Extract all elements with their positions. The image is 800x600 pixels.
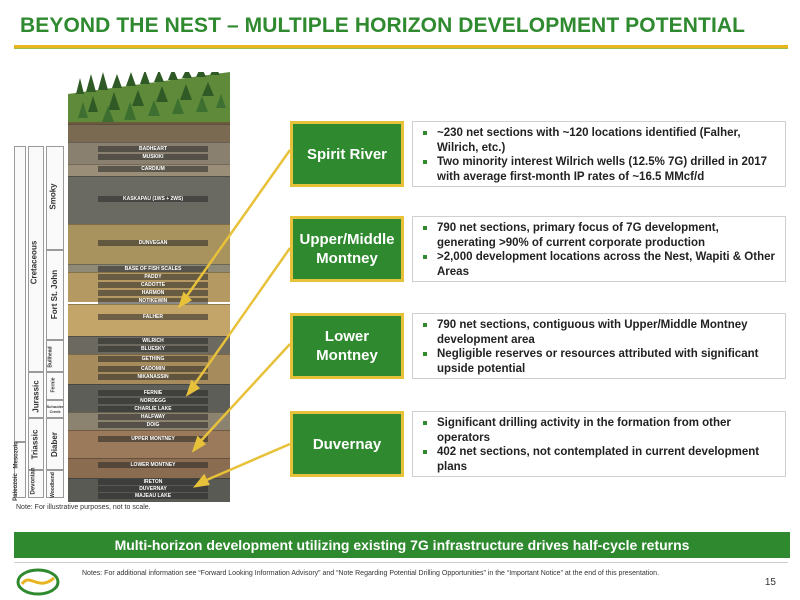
- page-title: BEYOND THE NEST – MULTIPLE HORIZON DEVEL…: [20, 14, 746, 37]
- bullet-item: Two minority interest Wilrich wells (12.…: [421, 155, 777, 184]
- bullet-item: 790 net sections, primary focus of 7G de…: [421, 221, 777, 250]
- strat-paleozoic: Paleozoic: [12, 473, 19, 501]
- formation-label: BLUESKY: [98, 346, 208, 352]
- formation-label: DOIG: [98, 422, 208, 428]
- formation-box-spirit-river: Spirit River: [290, 121, 404, 187]
- formation-label: FALHER: [98, 314, 208, 320]
- formation-label: BADHEART: [98, 146, 208, 152]
- strata-layers: BADHEART MUSKIKI CARDIUM KASKAPAU (1WS +…: [68, 124, 230, 502]
- formation-name: Upper/Middle Montney: [299, 231, 395, 267]
- strat-bullhead: Bullhead: [47, 346, 54, 368]
- bullet-item: ~230 net sections with ~120 locations id…: [421, 126, 777, 155]
- bullet-item: >2,000 development locations across the …: [421, 250, 777, 279]
- bullet-item: 790 net sections, contiguous with Upper/…: [421, 318, 777, 347]
- formation-label: DUNVEGAN: [98, 240, 208, 246]
- strat-smoky: Smoky: [48, 183, 58, 210]
- strat-jurassic: Jurassic: [31, 380, 41, 413]
- strat-fort-st-john: Fort St. John: [50, 269, 60, 320]
- description-spirit-river: ~230 net sections with ~120 locations id…: [412, 121, 786, 187]
- footer-notes: Notes: For additional information see “F…: [82, 570, 660, 577]
- formation-name: Spirit River: [306, 145, 388, 163]
- formation-label: FERNIE: [98, 390, 208, 396]
- formation-box-upper-middle-montney: Upper/Middle Montney: [290, 216, 404, 282]
- formation-label: CADOMIN: [98, 366, 208, 372]
- formation-label: IRETON: [98, 479, 208, 485]
- formation-label: PADDY: [98, 274, 208, 280]
- formation-label: LOWER MONTNEY: [98, 462, 208, 468]
- formation-label: WILRICH: [98, 338, 208, 344]
- strat-diaber: Diaber: [49, 432, 59, 457]
- description-upper-middle-montney: 790 net sections, primary focus of 7G de…: [412, 216, 786, 282]
- strat-schooler-creek: Schooler Creek: [46, 404, 64, 414]
- illustrative-note: Note: For illustrative purposes, not to …: [16, 504, 151, 511]
- formation-label: HARMON: [98, 290, 208, 296]
- formation-label: MUSKIKI: [98, 154, 208, 160]
- formation-box-lower-montney: Lower Montney: [290, 313, 404, 379]
- formation-label: UPPER MONTNEY: [98, 436, 208, 442]
- summary-banner: Multi-horizon development utilizing exis…: [14, 532, 790, 558]
- bullet-item: Negligible reserves or resources attribu…: [421, 347, 777, 376]
- formation-box-duvernay: Duvernay: [290, 411, 404, 477]
- strat-fernie-group: Fernie: [50, 377, 57, 393]
- strat-woodbend: Woodbend: [49, 472, 56, 498]
- company-logo-icon: [16, 568, 60, 596]
- formation-label: DUVERNAY: [98, 486, 208, 492]
- title-divider-thin: [14, 48, 788, 49]
- description-duvernay: Significant drilling activity in the for…: [412, 411, 786, 477]
- page-number: 15: [764, 577, 776, 588]
- formation-label: NIKANASSIN: [98, 374, 208, 380]
- strat-mesozoic: Mesozoic: [13, 441, 20, 469]
- bullet-item: Significant drilling activity in the for…: [421, 416, 777, 445]
- formation-name: Lower Montney: [316, 328, 378, 364]
- formation-label: KASKAPAU (1WS + 2WS): [98, 196, 208, 202]
- formation-label: MAJEAU LAKE: [98, 493, 208, 499]
- formation-label: GETHING: [98, 356, 208, 362]
- formation-label: HALFWAY: [98, 414, 208, 420]
- description-lower-montney: 790 net sections, contiguous with Upper/…: [412, 313, 786, 379]
- strat-triassic: Triassic: [30, 429, 40, 460]
- formation-label: CADOTTE: [98, 282, 208, 288]
- footer-divider: [14, 562, 788, 563]
- geologic-column: BADHEART MUSKIKI CARDIUM KASKAPAU (1WS +…: [68, 72, 230, 502]
- formation-label: NORDEGG: [98, 398, 208, 404]
- bullet-item: 402 net sections, not contemplated in cu…: [421, 445, 777, 474]
- forest-surface: [68, 72, 230, 130]
- formation-label: CARDIUM: [98, 166, 208, 172]
- formation-name: Duvernay: [312, 435, 382, 453]
- strat-cretaceous: Cretaceous: [29, 240, 39, 285]
- strat-devonian: Devonian: [30, 467, 37, 495]
